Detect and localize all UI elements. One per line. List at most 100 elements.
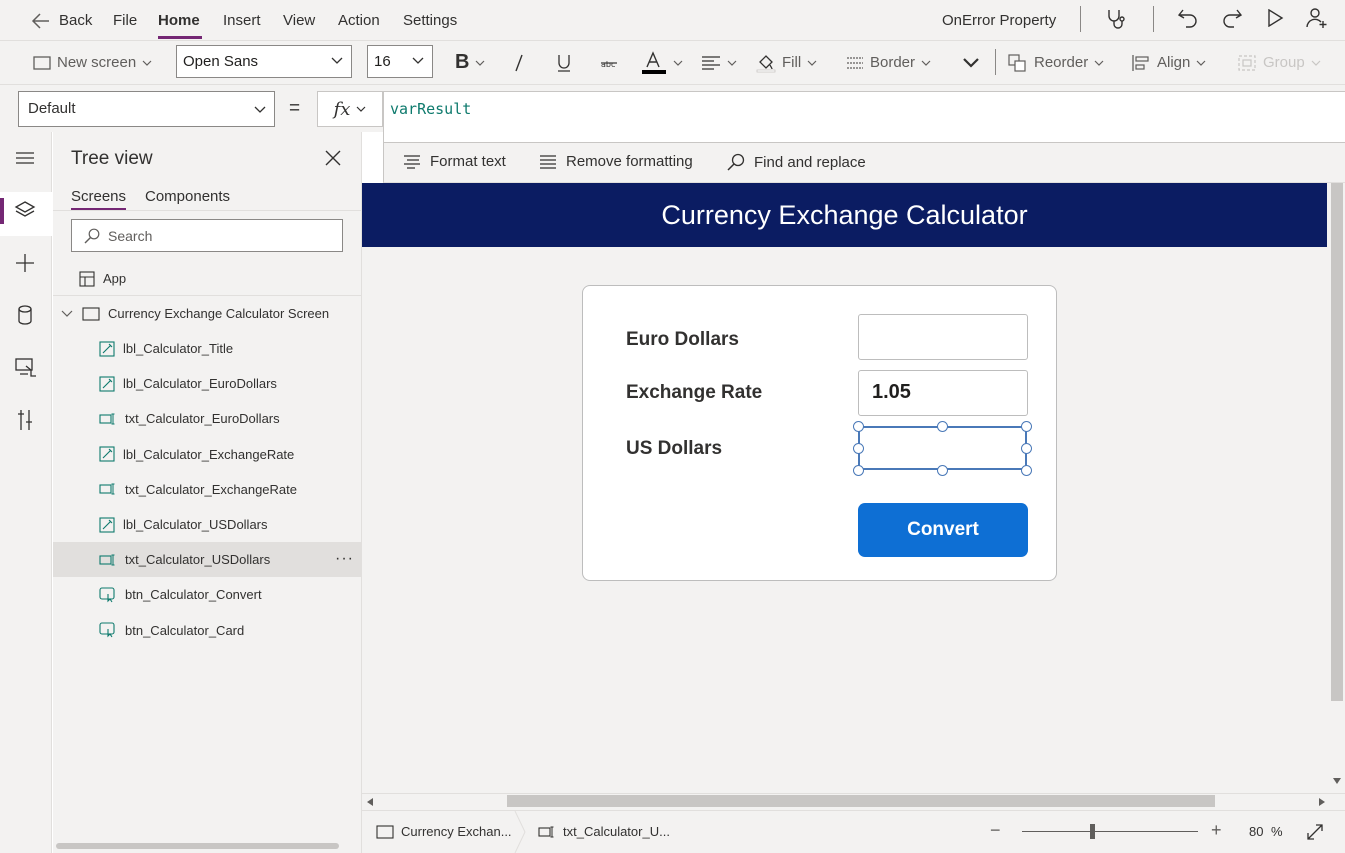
- expand-icon: [1307, 824, 1323, 840]
- property-dropdown[interactable]: Default: [18, 91, 275, 127]
- underline-button[interactable]: [556, 41, 572, 84]
- resize-handle[interactable]: [853, 421, 864, 432]
- tree-item-label: lbl_Calculator_Title: [123, 341, 234, 356]
- menu-settings[interactable]: Settings: [403, 12, 457, 29]
- resize-handle[interactable]: [937, 421, 948, 432]
- app-title-bar[interactable]: Currency Exchange Calculator: [362, 183, 1327, 247]
- tab-screens[interactable]: Screens: [71, 188, 126, 205]
- scroll-down-button[interactable]: [1332, 777, 1342, 785]
- bold-button[interactable]: B: [455, 41, 485, 84]
- resize-handle[interactable]: [937, 465, 948, 476]
- exchange-rate-label[interactable]: Exchange Rate: [626, 382, 762, 404]
- reorder-button[interactable]: Reorder: [1008, 41, 1104, 84]
- menu-insert[interactable]: Insert: [223, 12, 261, 29]
- tree-item-control[interactable]: lbl_Calculator_Title: [53, 331, 362, 366]
- tree-item-control[interactable]: txt_Calculator_USDollars ···: [53, 542, 362, 578]
- menu-view[interactable]: View: [283, 12, 315, 29]
- redo-button[interactable]: [1221, 8, 1243, 28]
- group-button[interactable]: Group: [1237, 41, 1321, 84]
- tree-search-input[interactable]: Search: [71, 219, 343, 252]
- insert-button[interactable]: [14, 252, 36, 274]
- tree-item-control[interactable]: txt_Calculator_EuroDollars: [53, 401, 362, 436]
- font-size-dropdown[interactable]: 16: [367, 45, 433, 78]
- resize-handle[interactable]: [1021, 421, 1032, 432]
- remove-formatting-button[interactable]: Remove formatting: [539, 153, 693, 170]
- new-screen-button[interactable]: New screen: [33, 41, 152, 84]
- strikethrough-icon: abc: [601, 60, 617, 69]
- scroll-right-button[interactable]: [1318, 797, 1326, 807]
- close-tree-view-button[interactable]: [325, 150, 341, 166]
- media-button[interactable]: [14, 356, 38, 378]
- advanced-tools-button[interactable]: [14, 408, 36, 432]
- canvas-vertical-scroll-thumb[interactable]: [1331, 183, 1343, 701]
- scroll-left-button[interactable]: [366, 797, 374, 807]
- tree-horizontal-scrollbar[interactable]: [56, 843, 339, 849]
- resize-handle[interactable]: [853, 465, 864, 476]
- app-checker-button[interactable]: [1104, 7, 1128, 31]
- zoom-in-button[interactable]: +: [1211, 820, 1222, 841]
- resize-handle[interactable]: [1021, 443, 1032, 454]
- tree-item-control[interactable]: btn_Calculator_Card: [53, 613, 362, 648]
- align-label: Align: [1157, 54, 1191, 71]
- data-button[interactable]: [14, 304, 36, 326]
- account-button[interactable]: [1306, 7, 1328, 29]
- divider: [53, 210, 362, 211]
- fx-button[interactable]: fx: [317, 91, 383, 127]
- preview-button[interactable]: [1266, 9, 1284, 27]
- us-dollars-input[interactable]: [858, 426, 1027, 470]
- tree-item-control[interactable]: btn_Calculator_Convert: [53, 577, 362, 612]
- resize-handle[interactable]: [1021, 465, 1032, 476]
- tree-item-label: txt_Calculator_EuroDollars: [125, 411, 280, 427]
- breadcrumb-screen-label: Currency Exchan...: [401, 824, 512, 839]
- tree-item-app[interactable]: App: [53, 261, 362, 296]
- convert-button[interactable]: Convert: [858, 503, 1028, 557]
- align-button[interactable]: Align: [1131, 41, 1206, 84]
- tab-components[interactable]: Components: [145, 188, 230, 205]
- menu-action[interactable]: Action: [338, 12, 380, 29]
- resize-handle[interactable]: [853, 443, 864, 454]
- back-button[interactable]: [31, 12, 51, 30]
- exchange-rate-input[interactable]: 1.05: [858, 370, 1028, 416]
- tree-item-control[interactable]: lbl_Calculator_EuroDollars: [53, 366, 362, 401]
- zoom-unit: %: [1271, 824, 1283, 839]
- plus-icon: [16, 254, 34, 272]
- tree-view-button[interactable]: [14, 200, 36, 220]
- tree-item-control[interactable]: lbl_Calculator_USDollars: [53, 507, 362, 542]
- menu-file[interactable]: File: [113, 12, 137, 29]
- tree-item-label: Currency Exchange Calculator Screen: [108, 306, 330, 321]
- tree-item-control[interactable]: lbl_Calculator_ExchangeRate: [53, 437, 362, 472]
- screen-icon: [33, 55, 51, 70]
- menu-home[interactable]: Home: [158, 12, 200, 29]
- breadcrumb-control[interactable]: txt_Calculator_U...: [538, 824, 670, 839]
- fill-button[interactable]: Fill: [756, 41, 817, 84]
- breadcrumb-screen[interactable]: Currency Exchan...: [376, 824, 512, 839]
- back-label[interactable]: Back: [59, 12, 92, 29]
- fit-to-window-button[interactable]: [1306, 823, 1324, 841]
- zoom-slider-thumb[interactable]: [1090, 824, 1096, 839]
- tree-item-control[interactable]: txt_Calculator_ExchangeRate: [53, 472, 362, 507]
- more-commands-button[interactable]: [962, 41, 980, 84]
- canvas-horizontal-scroll-thumb[interactable]: [507, 795, 1215, 807]
- font-color-button[interactable]: [641, 41, 683, 84]
- text-align-button[interactable]: [701, 41, 737, 84]
- undo-button[interactable]: [1177, 8, 1199, 28]
- zoom-out-button[interactable]: −: [990, 820, 1001, 841]
- italic-button[interactable]: [512, 41, 526, 84]
- button-icon: [99, 587, 117, 603]
- hamburger-button[interactable]: [14, 150, 36, 166]
- group-icon: [1238, 54, 1256, 71]
- formula-input[interactable]: varResult: [383, 91, 1345, 143]
- tree-item-label: lbl_Calculator_ExchangeRate: [123, 446, 295, 462]
- us-dollars-label[interactable]: US Dollars: [626, 438, 722, 460]
- border-button[interactable]: Border: [846, 41, 931, 84]
- tree-item-screen[interactable]: Currency Exchange Calculator Screen: [53, 296, 362, 331]
- strikethrough-button[interactable]: abc: [600, 41, 618, 84]
- euro-dollars-input[interactable]: [858, 314, 1028, 360]
- font-family-dropdown[interactable]: Open Sans: [176, 45, 352, 78]
- zoom-slider[interactable]: [1022, 831, 1198, 832]
- more-options-button[interactable]: ···: [335, 550, 354, 568]
- euro-dollars-label[interactable]: Euro Dollars: [626, 329, 739, 351]
- calculator-card[interactable]: Euro Dollars Exchange Rate 1.05 US Dolla…: [582, 285, 1057, 581]
- find-replace-button[interactable]: Find and replace: [727, 153, 866, 171]
- format-text-button[interactable]: Format text: [403, 153, 506, 170]
